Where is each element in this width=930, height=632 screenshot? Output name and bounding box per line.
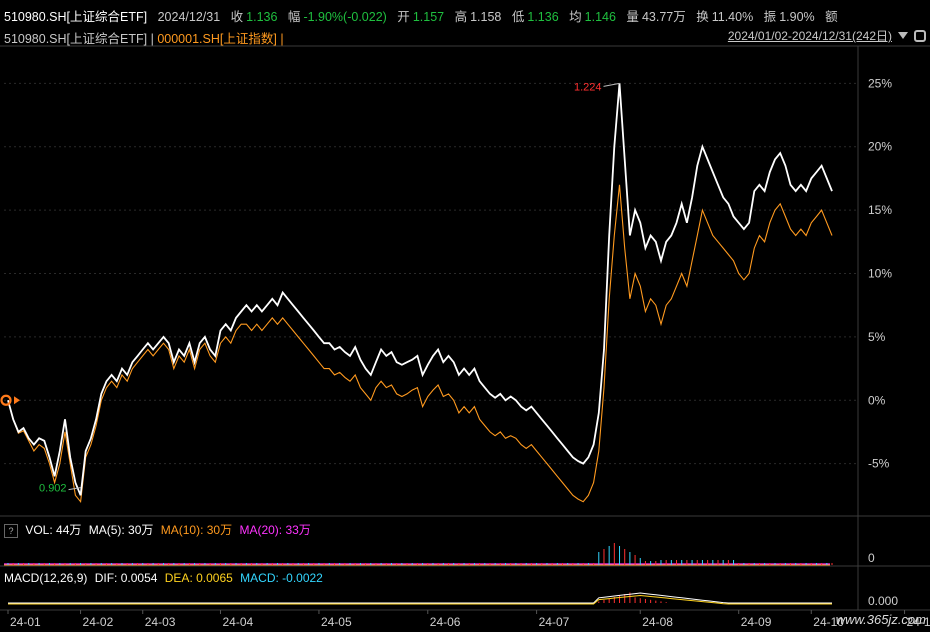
macd-dif: DIF: 0.0054 <box>94 571 158 585</box>
x-tick-label: 24-04 <box>222 615 253 629</box>
series-lines <box>7 83 833 504</box>
y-tick-label: 5% <box>868 330 886 344</box>
macd-label: MACD(12,26,9) <box>4 571 88 585</box>
max-label: 1.224 <box>574 81 602 93</box>
vol-ma20: MA(20): 33万 <box>239 523 311 537</box>
vol-label: VOL: 44万 <box>25 523 82 537</box>
y-tick-label: 0% <box>868 393 886 407</box>
y-axis: 25% 20% 15% 10% 5% 0% -5% <box>868 76 892 470</box>
y-tick-label: 25% <box>868 76 892 90</box>
macd-dea: DEA: 0.0065 <box>164 571 233 585</box>
vol-ma10: MA(10): 30万 <box>160 523 233 537</box>
vol-ma5: MA(5): 30万 <box>88 523 154 537</box>
x-tick-label: 24-09 <box>741 615 772 629</box>
volume-legend: ? VOL: 44万 MA(5): 30万 MA(10): 30万 MA(20)… <box>4 521 311 538</box>
x-axis: 24-01 24-02 24-03 24-04 24-05 24-06 24-07 24-08… <box>7 610 930 629</box>
x-tick-label: 24-08 <box>642 615 673 629</box>
macd-panel: 0.000 <box>8 592 898 608</box>
series-line-0 <box>7 83 833 496</box>
x-tick-label: 24-02 <box>83 615 114 629</box>
series-line-1 <box>7 184 833 504</box>
start-arrow-icon <box>14 396 20 405</box>
y-tick-label: 20% <box>868 140 892 154</box>
x-tick-label: 24-07 <box>539 615 570 629</box>
volume-axis-zero: 0 <box>868 551 875 565</box>
macd-value: MACD: -0.0022 <box>240 571 323 585</box>
x-tick-label: 24-01 <box>10 615 41 629</box>
macd-axis-value: 0.000 <box>868 594 898 608</box>
x-tick-label: 24-05 <box>321 615 352 629</box>
volume-panel: 0 <box>4 543 875 566</box>
x-tick-label: 24-03 <box>145 615 176 629</box>
y-tick-label: -5% <box>868 457 890 471</box>
watermark: www.365jz.com <box>836 612 926 627</box>
x-tick-label: 24-06 <box>430 615 461 629</box>
help-icon[interactable]: ? <box>4 523 18 538</box>
macd-legend: MACD(12,26,9) DIF: 0.0054 DEA: 0.0065 MA… <box>4 571 323 585</box>
min-label: 0.902 <box>39 483 67 495</box>
y-tick-label: 10% <box>868 266 892 280</box>
macd-dif-line <box>8 592 832 604</box>
y-tick-label: 15% <box>868 203 892 217</box>
